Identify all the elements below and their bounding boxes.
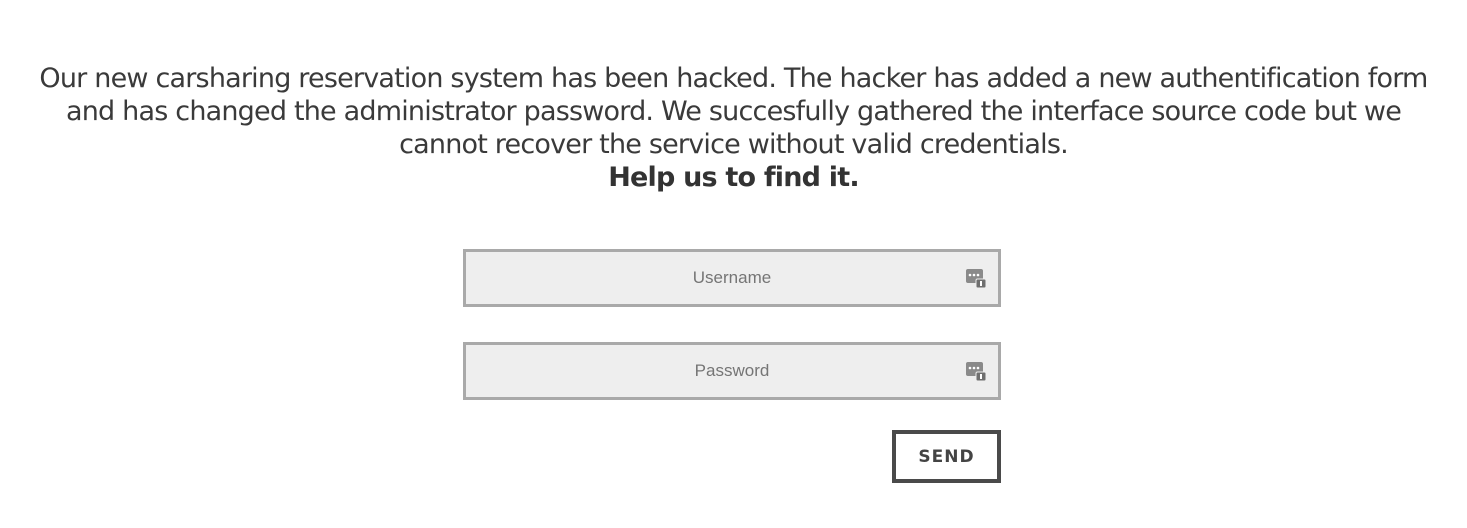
intro-line: cannot recover the service without valid… — [399, 129, 1069, 160]
send-button[interactable]: SEND — [892, 430, 1001, 483]
password-manager-icon[interactable] — [965, 360, 987, 382]
call-to-action: Help us to find it. — [608, 162, 859, 193]
intro-line: Our new carsharing reservation system ha… — [39, 63, 1428, 94]
password-field-wrapper — [463, 342, 1001, 400]
username-field-wrapper — [463, 249, 1001, 307]
intro-line: and has changed the administrator passwo… — [65, 96, 1402, 127]
intro-text: Our new carsharing reservation system ha… — [20, 62, 1447, 194]
username-input[interactable] — [466, 252, 998, 304]
password-input[interactable] — [466, 345, 998, 397]
password-manager-icon[interactable] — [965, 267, 987, 289]
